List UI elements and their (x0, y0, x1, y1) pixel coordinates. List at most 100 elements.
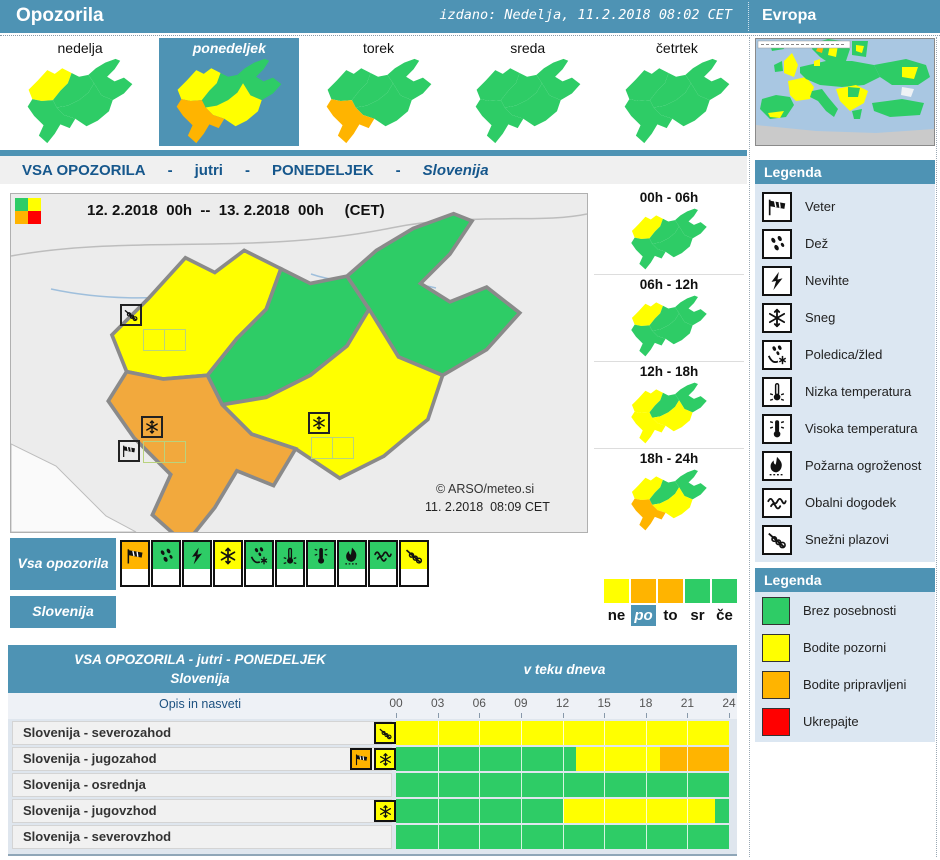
legend-item-sneg: Sneg (755, 299, 935, 336)
row-label[interactable]: Slovenija - jugozahod (12, 747, 392, 771)
legend-item-nevihte: Nevihte (755, 262, 935, 299)
slovenia-minimap (317, 58, 441, 144)
position-marker (164, 329, 186, 351)
warning-type-tiles (120, 540, 429, 587)
day-sr[interactable]: sr (685, 605, 710, 626)
windsock-icon (762, 192, 792, 222)
legend-level-orange: Bodite pripravljeni (755, 666, 935, 703)
legend-item-obalni-dogodek: Obalni dogodek (755, 484, 935, 521)
row-label[interactable]: Slovenija - severovzhod (12, 825, 392, 849)
table-title-cell: VSA OPOZORILA - jutri - PONEDELJEK Slove… (8, 645, 392, 693)
table-subheader: Opis in nasveti 00 03 06 09 12 15 18 21 … (8, 693, 737, 719)
snowflake-icon (762, 303, 792, 333)
slovenia-minimap (624, 295, 714, 357)
day-ce[interactable]: če (712, 605, 737, 626)
tab-cetrtek[interactable]: četrtek (607, 38, 747, 146)
vertical-divider (749, 37, 750, 857)
tile-nevihte (182, 540, 212, 587)
title-part-all-warnings: VSA OPOZORILA (22, 162, 146, 179)
legend-item-pozarna-ogrozenost: Požarna ogroženost (755, 447, 935, 484)
main-warning-map[interactable]: 12. 2.2018 00h -- 13. 2.2018 00h (CET) ©… (10, 193, 588, 533)
description-header: Opis in nasveti (8, 697, 392, 711)
legend-icons-header: Legenda (755, 160, 935, 184)
tile-visoka-temperatura (306, 540, 336, 587)
tile-dez (151, 540, 181, 587)
europe-map-image (756, 39, 934, 145)
map-credit-time: 11. 2.2018 08:09 CET (425, 500, 550, 514)
tab-label: nedelja (58, 38, 103, 58)
map-level-key (15, 198, 41, 224)
row-label[interactable]: Slovenija - osrednja (12, 773, 392, 797)
row-label[interactable]: Slovenija - jugovzhod (12, 799, 392, 823)
wind-icon (118, 440, 140, 462)
warnings-table: VSA OPOZORILA - jutri - PONEDELJEK Slove… (8, 645, 737, 856)
table-period-header: v teku dneva (392, 645, 737, 693)
day-square-to (658, 579, 683, 603)
warnings-page: Opozorila izdano: Nedelja, 11.2.2018 08:… (0, 0, 940, 860)
position-marker (164, 441, 186, 463)
slice-00-06: 00h - 06h (594, 188, 744, 274)
day-square-ne (604, 579, 629, 603)
snowflake-icon (215, 542, 241, 569)
table-row: Slovenija - jugovzhod (8, 799, 737, 823)
position-marker (332, 437, 354, 459)
slice-18-24: 18h - 24h (594, 448, 744, 535)
avalanche-icon (762, 525, 792, 555)
lightning-icon (762, 266, 792, 296)
windsock-icon (350, 748, 372, 770)
table-row: Slovenija - jugozahod (8, 747, 737, 771)
tab-nedelja[interactable]: nedelja (10, 38, 150, 146)
legend-item-dez: Dež (755, 225, 935, 262)
snow-icon (141, 416, 163, 438)
table-row: Slovenija - severozahod (8, 721, 737, 745)
legend-item-poledica: Poledica/žled (755, 336, 935, 373)
tile-sneg (213, 540, 243, 587)
legend-level-red: Ukrepajte (755, 703, 935, 740)
avalanche-icon (120, 304, 142, 326)
legend-item-nizka-temperatura: Nizka temperatura (755, 373, 935, 410)
slovenia-minimap (167, 58, 291, 144)
warning-timeline (396, 799, 729, 823)
tab-torek[interactable]: torek (308, 38, 448, 146)
avalanche-icon (374, 722, 396, 744)
position-marker (143, 329, 165, 351)
tile-nizka-temperatura (275, 540, 305, 587)
tab-ponedeljek[interactable]: ponedeljek (159, 38, 299, 146)
legend-level-green: Brez posebnosti (755, 592, 935, 629)
table-subtitle: Slovenija (8, 671, 392, 686)
slice-12-18: 12h - 18h (594, 361, 744, 448)
title-part-tomorrow: jutri (195, 162, 223, 179)
lightning-icon (184, 542, 210, 569)
legend-item-veter: Veter (755, 188, 935, 225)
europe-map[interactable] (755, 38, 935, 146)
map-period: 12. 2.2018 00h -- 13. 2.2018 00h (CET) (87, 202, 385, 219)
slice-06-12: 06h - 12h (594, 274, 744, 361)
legend-item-snezni-plazovi: Snežni plazovi (755, 521, 935, 558)
row-icons (374, 722, 396, 744)
day-po[interactable]: po (631, 605, 656, 626)
warning-timeline (396, 747, 729, 771)
tab-label: sreda (510, 38, 545, 58)
low-temperature-icon (762, 377, 792, 407)
snow-icon (308, 412, 330, 434)
topbar-separator (748, 2, 749, 31)
europe-link[interactable]: Evropa (762, 7, 816, 25)
slovenia-minimap (615, 58, 739, 144)
day-level-squares (604, 579, 738, 603)
table-header: VSA OPOZORILA - jutri - PONEDELJEK Slove… (8, 645, 737, 693)
tile-pozarna (337, 540, 367, 587)
fire-icon (762, 451, 792, 481)
map-credit: © ARSO/meteo.si (436, 482, 534, 496)
freezing-rain-icon (762, 340, 792, 370)
legend-item-visoka-temperatura: Visoka temperatura (755, 410, 935, 447)
title-part-day: PONEDELJEK (272, 162, 374, 179)
high-temperature-icon (762, 414, 792, 444)
day-ne[interactable]: ne (604, 605, 629, 626)
top-bar: Opozorila izdano: Nedelja, 11.2.2018 08:… (0, 0, 940, 33)
row-label[interactable]: Slovenija - severozahod (12, 721, 392, 745)
day-to[interactable]: to (658, 605, 683, 626)
tab-sreda[interactable]: sreda (458, 38, 598, 146)
day-square-ce (712, 579, 737, 603)
tile-obalni (368, 540, 398, 587)
windsock-icon (122, 542, 148, 569)
